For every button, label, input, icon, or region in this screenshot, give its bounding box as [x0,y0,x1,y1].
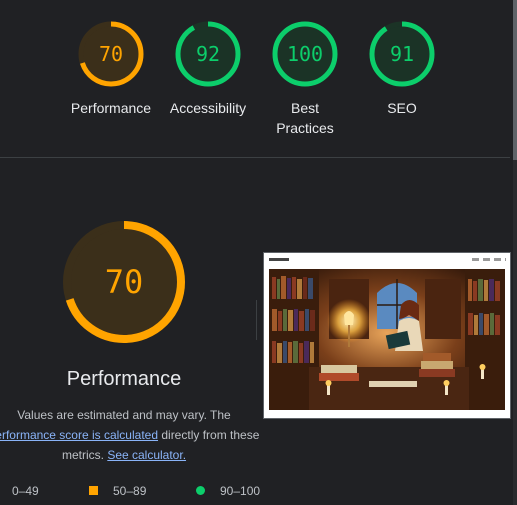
desc-prefix: Values are estimated and may vary. The [17,408,231,422]
performance-score: 70 [104,263,144,301]
library-illustration [269,269,505,411]
gauge-score: 100 [286,42,324,66]
gauge-ring: 91 [368,20,436,88]
section-divider [0,157,510,158]
gauge-seo[interactable]: 91 SEO [347,20,457,118]
gauge-score: 91 [389,42,415,66]
thumbnail-nav-links [472,258,506,261]
gauge-label: Performance [70,100,152,116]
performance-description: Values are estimated and may vary. The p… [0,405,260,465]
scrollbar-thumb[interactable] [513,0,517,160]
legend-range: 90–100 [220,484,261,498]
see-calculator-link[interactable]: See calculator. [107,448,186,462]
vertical-separator [256,300,257,340]
thumbnail-hero-image [269,269,505,411]
legend-average: 50–89 [89,482,146,500]
thumbnail-brand [269,258,289,261]
gauge-ring: 70 [77,20,145,88]
legend-pass: 90–100 [196,482,260,500]
category-gauges: 70 Performance 92 Accessibility 100 Best… [0,0,510,157]
gauge-score: 92 [195,42,221,66]
square-icon [89,486,98,495]
lighthouse-report: 70 Performance 92 Accessibility 100 Best… [0,0,517,505]
circle-icon [196,486,205,495]
gauge-label: Best Practices [276,100,334,136]
final-screenshot-thumbnail[interactable] [263,252,511,419]
gauge-accessibility[interactable]: 92 Accessibility [153,20,263,118]
gauge-best-practices[interactable]: 100 Best Practices [250,20,360,138]
performance-gauge-large: 70 [62,220,186,344]
gauge-label: Accessibility [169,100,247,116]
legend-fail: 0–49 [12,482,39,500]
gauge-score: 70 [98,42,124,66]
gauge-label: SEO [387,100,417,116]
gauge-ring: 92 [174,20,242,88]
score-calculated-link[interactable]: performance score is calculated [0,428,158,442]
legend-range: 0–49 [12,484,39,498]
performance-title: Performance [66,368,182,390]
scrollbar[interactable] [513,0,517,505]
thumbnail-navbar [264,253,510,269]
score-legend: 0–49 50–89 90–100 [0,482,510,500]
thumbnail-footer [264,410,510,418]
gauge-performance[interactable]: 70 Performance [56,20,166,118]
gauge-ring: 100 [271,20,339,88]
legend-range: 50–89 [113,484,147,498]
